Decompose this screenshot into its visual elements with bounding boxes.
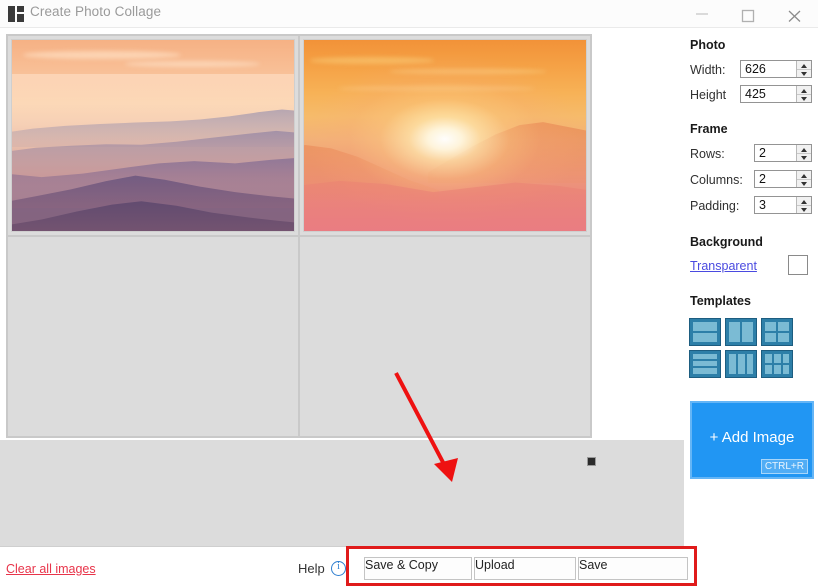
clear-all-images-link[interactable]: Clear all images bbox=[6, 562, 96, 576]
width-stepper[interactable] bbox=[796, 61, 811, 77]
height-stepper-down[interactable] bbox=[797, 94, 811, 102]
template-2-columns[interactable] bbox=[725, 318, 757, 346]
collage-cell-0[interactable] bbox=[7, 35, 299, 236]
collage-grid[interactable] bbox=[6, 34, 592, 438]
height-value: 425 bbox=[745, 87, 766, 101]
padding-value: 3 bbox=[759, 198, 766, 212]
padding-input[interactable]: 3 bbox=[754, 196, 812, 214]
photo-section-heading: Photo bbox=[690, 38, 726, 52]
columns-input[interactable]: 2 bbox=[754, 170, 812, 188]
rows-stepper-down[interactable] bbox=[797, 153, 811, 161]
columns-stepper-down[interactable] bbox=[797, 179, 811, 187]
rows-label: Rows: bbox=[690, 147, 725, 161]
template-2-rows[interactable] bbox=[689, 318, 721, 346]
collage-canvas-area bbox=[0, 28, 684, 546]
width-label: Width: bbox=[690, 63, 726, 77]
templates-section-heading: Templates bbox=[690, 294, 751, 308]
minimize-icon[interactable] bbox=[680, 0, 726, 28]
create-photo-collage-window: Create Photo Collage Photo Width: 626 He… bbox=[0, 0, 818, 586]
height-label: Height bbox=[690, 88, 727, 102]
collage-resize-handle[interactable] bbox=[587, 457, 596, 466]
width-value: 626 bbox=[745, 62, 766, 76]
transparent-background-link[interactable]: Transparent bbox=[690, 259, 757, 273]
maximize-icon[interactable] bbox=[726, 0, 772, 28]
collage-grid-icon bbox=[8, 6, 24, 22]
info-icon[interactable]: i bbox=[331, 561, 346, 576]
title-bar: Create Photo Collage bbox=[0, 0, 818, 28]
upload-button[interactable]: Upload bbox=[474, 557, 576, 580]
rows-input[interactable]: 2 bbox=[754, 144, 812, 162]
add-image-label: + Add Image bbox=[709, 429, 795, 446]
collage-cell-2[interactable] bbox=[7, 236, 299, 437]
padding-stepper[interactable] bbox=[796, 197, 811, 213]
template-2x2-grid[interactable] bbox=[761, 318, 793, 346]
collage-cell-3[interactable] bbox=[299, 236, 591, 437]
padding-stepper-down[interactable] bbox=[797, 205, 811, 213]
template-3-rows[interactable] bbox=[689, 350, 721, 378]
photo-sunset-sun-over-hills[interactable] bbox=[303, 39, 587, 232]
width-stepper-down[interactable] bbox=[797, 69, 811, 77]
rows-stepper[interactable] bbox=[796, 145, 811, 161]
width-input[interactable]: 626 bbox=[740, 60, 812, 78]
canvas-backdrop bbox=[0, 440, 684, 546]
collage-cell-1[interactable] bbox=[299, 35, 591, 236]
background-section-heading: Background bbox=[690, 235, 763, 249]
bottom-divider bbox=[0, 546, 684, 547]
padding-label: Padding: bbox=[690, 199, 740, 213]
frame-section-heading: Frame bbox=[690, 122, 728, 136]
close-icon[interactable] bbox=[772, 0, 818, 28]
template-3-columns[interactable] bbox=[725, 350, 757, 378]
columns-value: 2 bbox=[759, 172, 766, 186]
photo-sunset-mountain-ridges[interactable] bbox=[11, 39, 295, 232]
save-and-copy-button[interactable]: Save & Copy bbox=[364, 557, 472, 580]
template-3x2-grid[interactable] bbox=[761, 350, 793, 378]
add-image-button[interactable]: + Add Image CTRL+R bbox=[690, 401, 814, 479]
height-stepper[interactable] bbox=[796, 86, 811, 102]
columns-label: Columns: bbox=[690, 173, 743, 187]
settings-panel: Photo Width: 626 Height 425 Frame Rows: … bbox=[684, 28, 818, 586]
save-button[interactable]: Save bbox=[578, 557, 688, 580]
help-label: Help bbox=[298, 561, 325, 576]
background-color-swatch[interactable] bbox=[788, 255, 808, 275]
window-title: Create Photo Collage bbox=[30, 4, 162, 19]
columns-stepper[interactable] bbox=[796, 171, 811, 187]
rows-value: 2 bbox=[759, 146, 766, 160]
add-image-shortcut: CTRL+R bbox=[760, 459, 808, 474]
height-input[interactable]: 425 bbox=[740, 85, 812, 103]
